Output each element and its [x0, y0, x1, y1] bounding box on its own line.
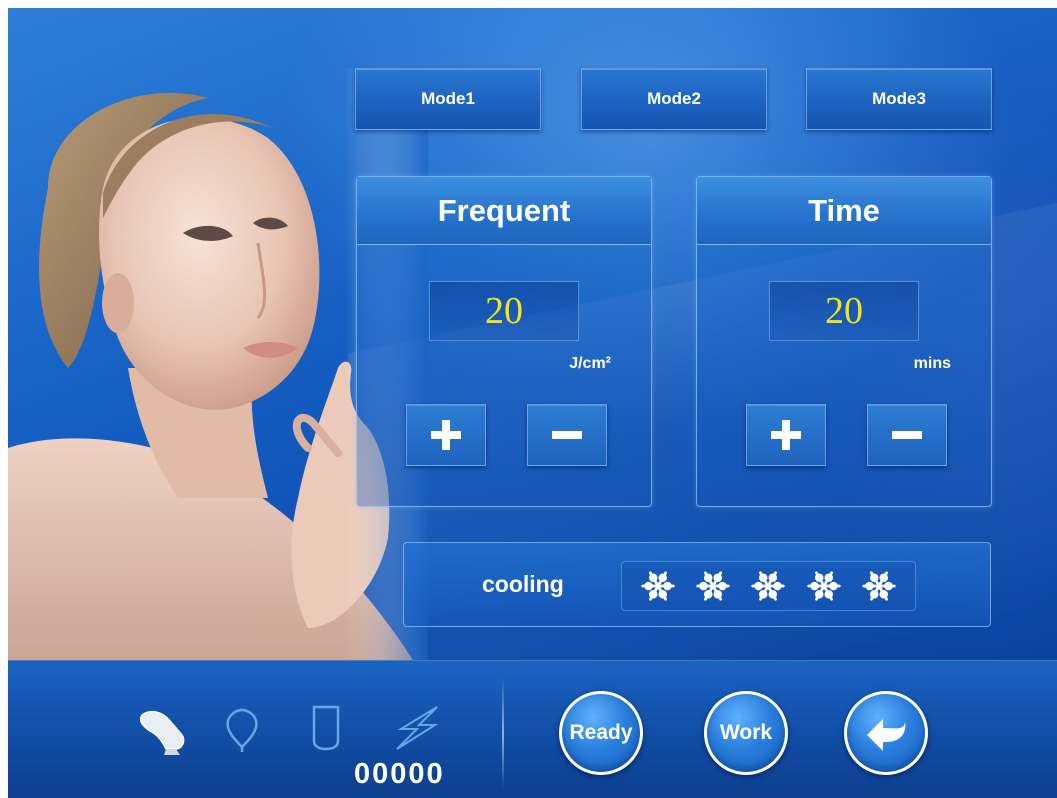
back-button[interactable]: [844, 691, 928, 775]
time-decrease-button[interactable]: [867, 404, 947, 466]
mode2-button[interactable]: Mode2: [581, 68, 767, 130]
frequent-decrease-button[interactable]: [527, 404, 607, 466]
frequent-value-display: 20: [429, 281, 579, 341]
time-unit-label: mins: [913, 355, 951, 372]
frequent-title: Frequent: [357, 177, 651, 245]
cartridge-icon[interactable]: [308, 703, 344, 753]
cooling-label: cooling: [482, 571, 564, 597]
time-title: Time: [697, 177, 991, 245]
time-panel: Time 20 mins: [696, 176, 992, 507]
flash-icon[interactable]: [391, 703, 445, 753]
lamp-icon[interactable]: [222, 707, 262, 753]
time-value-display: 20: [769, 281, 919, 341]
frequent-panel: Frequent 20 J/cm²: [356, 176, 652, 507]
frequent-unit-label: J/cm²: [569, 355, 611, 372]
snowflake-icon: [807, 571, 841, 601]
frequent-increase-button[interactable]: [406, 404, 486, 466]
bottom-toolbar: 00000 Ready Work: [8, 660, 1057, 798]
cooling-bar: cooling: [403, 542, 991, 627]
time-increase-button[interactable]: [746, 404, 826, 466]
mode1-button[interactable]: Mode1: [355, 68, 541, 130]
snowflake-icon: [641, 571, 675, 601]
minus-icon: [892, 431, 922, 439]
handpiece-icon[interactable]: [136, 705, 188, 757]
control-screen: Mode1 Mode2 Mode3 Frequent 20 J/cm² Time…: [8, 8, 1057, 798]
toolbar-divider: [502, 677, 504, 789]
work-button[interactable]: Work: [704, 691, 788, 775]
snowflake-icon: [751, 571, 786, 601]
mode3-button[interactable]: Mode3: [806, 68, 992, 130]
cooling-level-indicator[interactable]: [621, 561, 916, 611]
plus-icon: [771, 420, 801, 450]
snowflake-icon: [862, 571, 896, 601]
ready-button[interactable]: Ready: [559, 691, 643, 775]
snowflake-icon: [696, 571, 730, 601]
minus-icon: [552, 431, 582, 439]
shot-counter: 00000: [354, 758, 445, 790]
plus-icon: [431, 420, 461, 450]
back-arrow-icon: [867, 719, 906, 751]
